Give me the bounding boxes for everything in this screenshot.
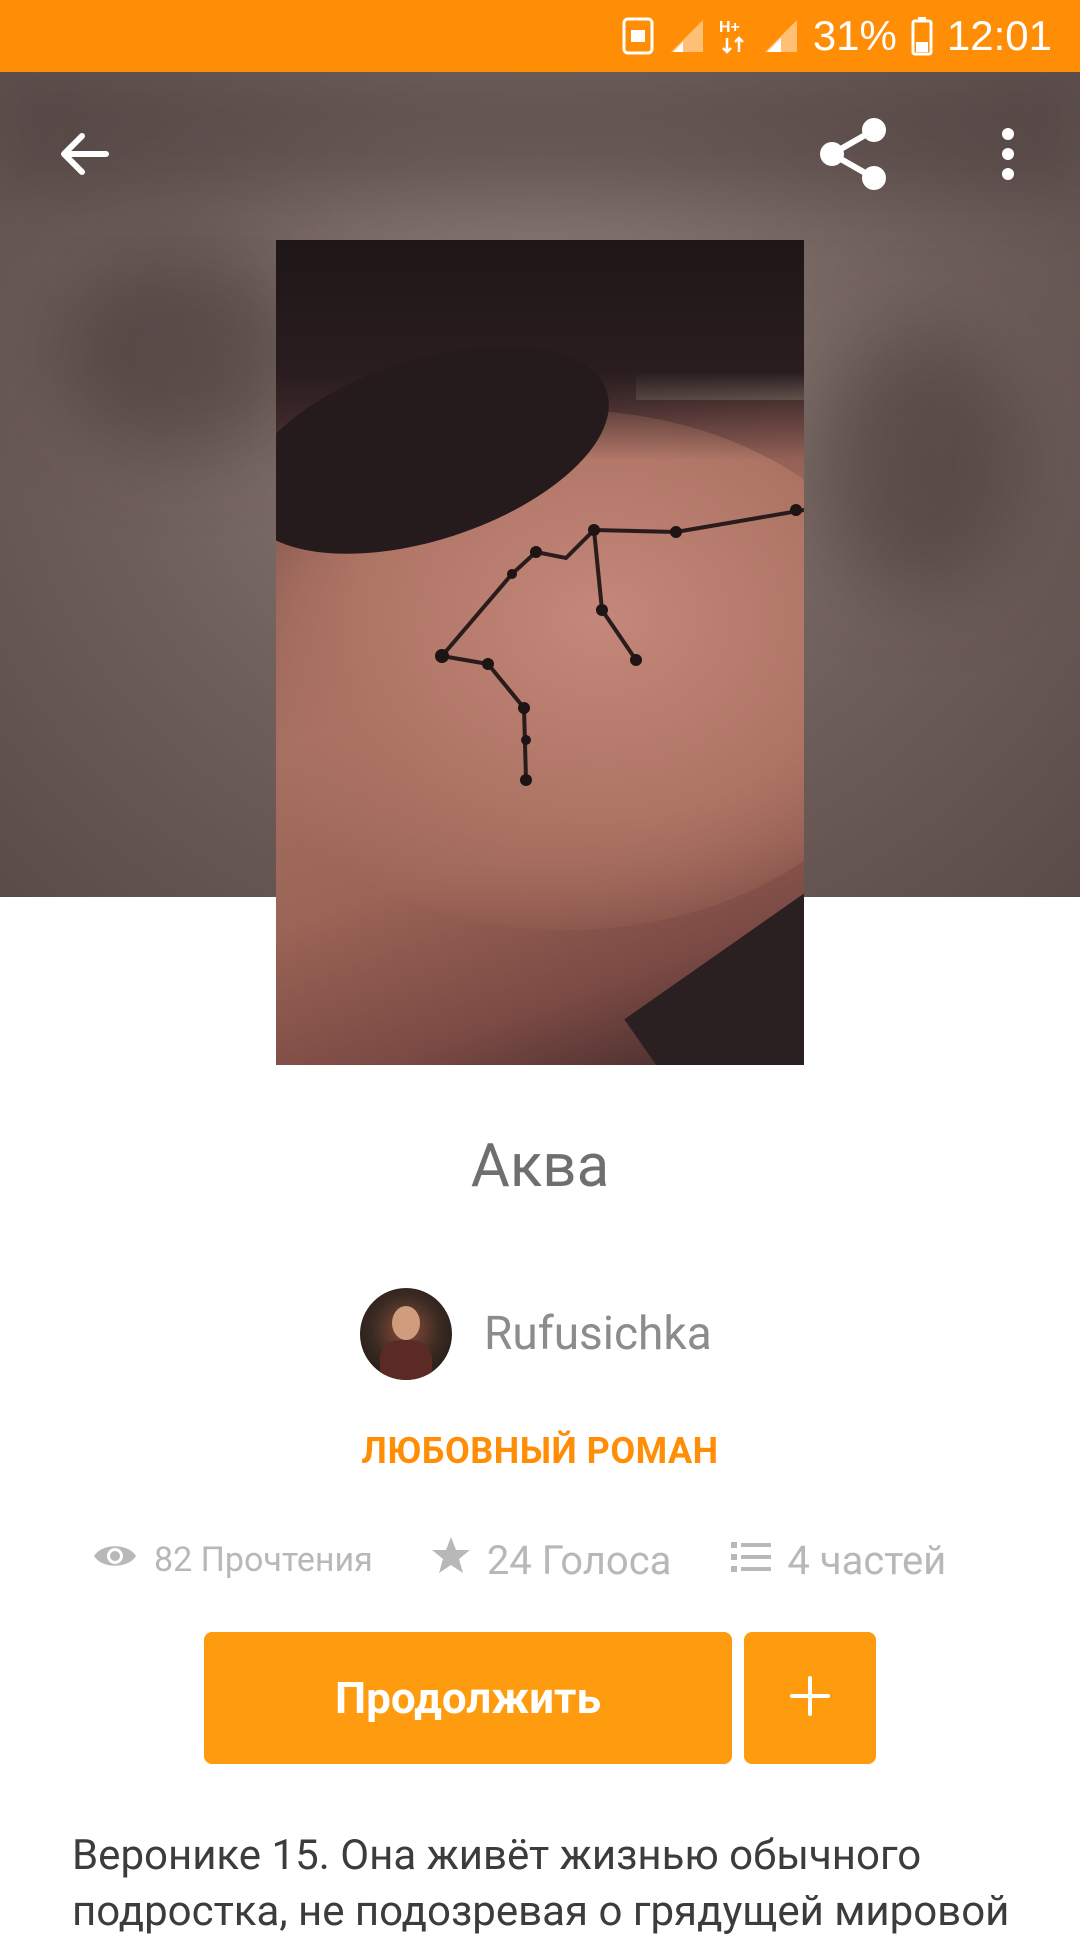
more-options-button[interactable] <box>960 108 1056 204</box>
star-icon <box>431 1535 471 1585</box>
share-button[interactable] <box>804 108 900 204</box>
clock: 12:01 <box>946 12 1052 59</box>
svg-text:H+: H+ <box>719 19 740 36</box>
signal-icon <box>763 12 799 60</box>
share-icon <box>812 114 892 198</box>
constellation-tattoo <box>435 504 804 786</box>
story-cover-image <box>276 240 804 1065</box>
genre-link[interactable]: ЛЮБОВНЫЙ РОМАН <box>0 1430 1080 1472</box>
status-bar: H+ 31% 12:01 <box>0 0 1080 72</box>
add-to-library-button[interactable] <box>744 1632 876 1764</box>
battery-icon <box>911 12 933 60</box>
network-h-plus-icon: H+ <box>719 12 749 60</box>
reads-stat: 82 Прочтения <box>92 1540 373 1580</box>
plus-icon <box>788 1674 832 1722</box>
story-title: Аква <box>470 1130 610 1201</box>
continue-reading-button[interactable]: Продолжить <box>204 1632 732 1764</box>
signal-icon <box>669 12 705 60</box>
battery-percent: 31% <box>812 12 897 59</box>
more-vert-icon <box>998 126 1018 186</box>
author-avatar[interactable] <box>360 1288 452 1380</box>
votes-stat: 24 Голоса <box>431 1535 672 1585</box>
parts-stat[interactable]: 4 частей <box>731 1537 946 1584</box>
parts-count[interactable]: 4 частей <box>787 1537 946 1584</box>
story-stats: 82 Прочтения 24 Голоса 4 частей <box>92 1530 1012 1590</box>
list-icon <box>731 1537 772 1584</box>
nfc-icon <box>621 12 655 60</box>
story-description: Веронике 15. Она живёт жизнью обычного п… <box>72 1831 1010 1936</box>
reads-count: 82 Прочтения <box>154 1540 373 1580</box>
author-name[interactable]: Rufusichka <box>484 1307 712 1361</box>
back-button[interactable] <box>36 108 132 204</box>
votes-count: 24 Голоса <box>486 1536 672 1584</box>
eye-icon <box>92 1540 138 1580</box>
arrow-left-icon <box>56 126 112 186</box>
author-link[interactable]: Rufusichka <box>360 1288 712 1380</box>
